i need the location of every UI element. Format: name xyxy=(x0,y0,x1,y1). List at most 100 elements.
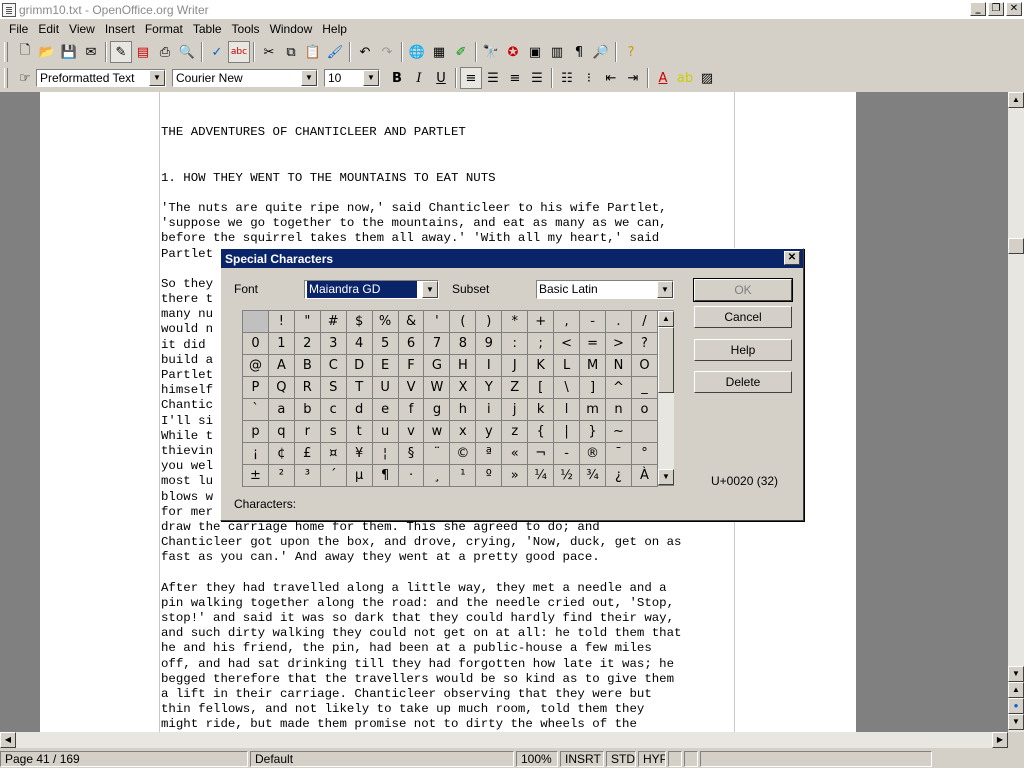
character-cell[interactable]: ¸ xyxy=(423,464,451,487)
nonprinting-chars-icon[interactable]: ¶ xyxy=(568,41,590,63)
scroll-up-icon[interactable]: ▲ xyxy=(1008,92,1024,108)
document-line[interactable]: stop!' and said it was so dark that they… xyxy=(161,611,731,626)
character-cell[interactable]: ¯ xyxy=(605,442,632,465)
edit-mode-icon[interactable]: ✎ xyxy=(110,41,132,63)
character-cell[interactable]: R xyxy=(293,376,321,399)
character-cell[interactable]: , xyxy=(553,310,581,333)
character-cell[interactable]: 3 xyxy=(319,332,347,355)
autospell-icon[interactable]: abc xyxy=(228,41,250,63)
font-color-icon[interactable]: A xyxy=(652,67,674,89)
font-name-select[interactable]: Courier New ▼ xyxy=(172,69,318,87)
character-cell[interactable]: [ xyxy=(527,376,555,399)
character-cell[interactable]: ° xyxy=(630,442,659,465)
character-cell[interactable]: ) xyxy=(475,310,503,333)
character-cell[interactable]: £ xyxy=(293,442,321,465)
redo-icon[interactable]: ↷ xyxy=(376,41,398,63)
character-cell[interactable]: g xyxy=(423,398,451,421)
character-cell[interactable]: } xyxy=(579,420,607,443)
email-icon[interactable]: ✉ xyxy=(80,41,102,63)
document-line[interactable]: might ride, but made them promise not to… xyxy=(161,717,731,732)
character-cell[interactable]: m xyxy=(579,398,607,421)
character-cell[interactable]: @ xyxy=(242,354,269,377)
styles-icon[interactable]: ☞ xyxy=(14,67,36,89)
insert-mode[interactable]: INSRT xyxy=(560,751,604,767)
character-cell[interactable]: À xyxy=(630,464,659,487)
open-icon[interactable]: 📂 xyxy=(36,41,58,63)
subset-select[interactable]: Basic Latin ▼ xyxy=(536,280,674,299)
previous-page-icon[interactable]: ▲ xyxy=(1008,682,1024,698)
character-cell[interactable]: o xyxy=(630,398,659,421)
format-paintbrush-icon[interactable]: 🖌 xyxy=(324,41,346,63)
chevron-down-icon[interactable]: ▼ xyxy=(657,281,673,298)
chevron-down-icon[interactable]: ▼ xyxy=(301,70,317,86)
bullets-icon[interactable]: ⁝ xyxy=(578,67,600,89)
maximize-button[interactable]: ❐ xyxy=(988,2,1004,16)
document-line[interactable]: he and his friend, the pin, had been at … xyxy=(161,641,731,656)
character-cell[interactable]: q xyxy=(267,420,295,443)
navigation-icon[interactable]: ● xyxy=(1008,698,1024,714)
character-cell[interactable]: r xyxy=(293,420,321,443)
character-cell[interactable]: 5 xyxy=(371,332,399,355)
character-cell[interactable]: µ xyxy=(345,464,373,487)
character-cell[interactable]: N xyxy=(605,354,632,377)
character-cell[interactable]: > xyxy=(605,332,632,355)
next-page-icon[interactable]: ▼ xyxy=(1008,714,1024,730)
character-cell[interactable]: p xyxy=(242,420,269,443)
document-line[interactable] xyxy=(161,186,731,201)
hyperlink-icon[interactable]: 🌐 xyxy=(406,41,428,63)
character-cell[interactable]: M xyxy=(579,354,607,377)
font-size-select[interactable]: 10 ▼ xyxy=(324,69,380,87)
menu-edit[interactable]: Edit xyxy=(33,22,64,36)
character-cell[interactable]: ½ xyxy=(553,464,581,487)
document-line[interactable]: thin fellows, and not likely to take up … xyxy=(161,702,731,717)
character-cell[interactable]: t xyxy=(345,420,373,443)
delete-button[interactable]: Delete xyxy=(694,371,792,393)
chevron-down-icon[interactable]: ▼ xyxy=(149,70,165,86)
character-cell[interactable]: ¶ xyxy=(371,464,399,487)
character-cell[interactable]: D xyxy=(345,354,373,377)
menu-table[interactable]: Table xyxy=(188,22,227,36)
spellcheck-icon[interactable]: ✓ xyxy=(206,41,228,63)
character-cell[interactable]: C xyxy=(319,354,347,377)
character-cell[interactable]: & xyxy=(397,310,425,333)
character-cell[interactable]: Y xyxy=(475,376,503,399)
scroll-up-icon[interactable]: ▲ xyxy=(658,311,674,327)
character-cell[interactable]: V xyxy=(397,376,425,399)
preview-icon[interactable]: 🔍 xyxy=(176,41,198,63)
character-cell[interactable]: f xyxy=(397,398,425,421)
character-cell[interactable]: E xyxy=(371,354,399,377)
character-cell[interactable]: G xyxy=(423,354,451,377)
toolbar-grip[interactable] xyxy=(4,68,8,88)
scroll-thumb[interactable] xyxy=(658,327,674,393)
character-cell[interactable]: ¦ xyxy=(371,442,399,465)
character-cell[interactable]: K xyxy=(527,354,555,377)
new-icon[interactable]: 🗋 xyxy=(14,41,36,63)
character-cell[interactable]: d xyxy=(345,398,373,421)
character-cell[interactable]: % xyxy=(371,310,399,333)
table-icon[interactable]: ▦ xyxy=(428,41,450,63)
character-cell[interactable]: ^ xyxy=(605,376,632,399)
ok-button[interactable]: OK xyxy=(693,278,793,302)
character-cell[interactable]: . xyxy=(605,310,632,333)
document-line[interactable]: 1. HOW THEY WENT TO THE MOUNTAINS TO EAT… xyxy=(161,171,731,186)
character-cell[interactable]: X xyxy=(449,376,477,399)
document-line[interactable]: THE ADVENTURES OF CHANTICLEER AND PARTLE… xyxy=(161,125,731,140)
character-cell[interactable]: n xyxy=(605,398,632,421)
align-left-icon[interactable]: ≡ xyxy=(460,67,482,89)
character-cell[interactable]: ¬ xyxy=(527,442,555,465)
paste-icon[interactable]: 📋 xyxy=(302,41,324,63)
justify-icon[interactable]: ☰ xyxy=(526,67,548,89)
document-line[interactable]: After they had travelled along a little … xyxy=(161,581,731,596)
zoom-icon[interactable]: 🔎 xyxy=(590,41,612,63)
character-cell[interactable]: | xyxy=(553,420,581,443)
chevron-down-icon[interactable]: ▼ xyxy=(363,70,379,86)
character-grid-scrollbar[interactable]: ▲ ▼ xyxy=(658,310,674,486)
character-cell[interactable]: I xyxy=(475,354,503,377)
navigator-icon[interactable]: ✪ xyxy=(502,41,524,63)
vertical-scrollbar[interactable]: ▲ ▼ ▲ ● ▼ xyxy=(1008,92,1024,732)
character-cell[interactable]: ` xyxy=(242,398,269,421)
save-icon[interactable]: 💾 xyxy=(58,41,80,63)
character-cell[interactable]: / xyxy=(630,310,659,333)
character-cell[interactable]: ~ xyxy=(605,420,632,443)
character-cell[interactable]: < xyxy=(553,332,581,355)
